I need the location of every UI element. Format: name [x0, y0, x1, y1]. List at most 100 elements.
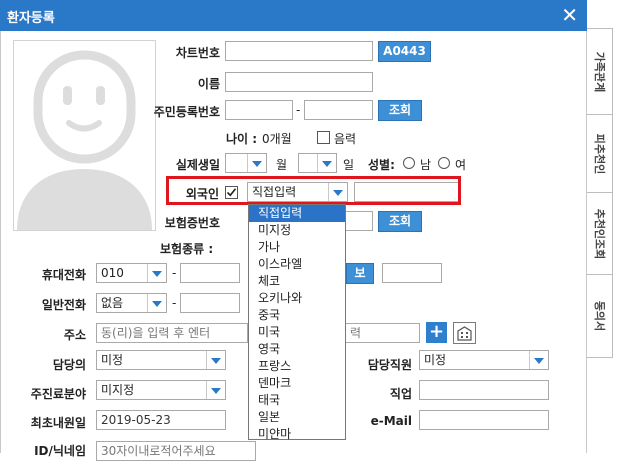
chart-no-label: 차트번호: [175, 46, 220, 60]
tab-referred-label: 피추천인: [592, 133, 606, 175]
tab-referrer-lookup[interactable]: 추천인조회: [587, 192, 613, 276]
nationality-dropdown-list[interactable]: 직접입력 미지정 가나 이스라엘 체코 오키나와 중국 미국 영국 프랑스 덴마…: [248, 204, 346, 443]
tab-consent-label: 동의서: [592, 300, 606, 332]
dropdown-option[interactable]: 이스라엘: [249, 256, 345, 273]
staff-select[interactable]: 미정: [419, 350, 549, 370]
chief-area-select[interactable]: 미지정: [96, 380, 226, 400]
tab-consent[interactable]: 동의서: [587, 274, 613, 358]
resident-no-dash: -: [296, 103, 301, 117]
phone-dash: -: [172, 296, 177, 310]
male-radio[interactable]: [403, 157, 415, 169]
insurance-type-label: 보험종류 :: [160, 242, 214, 256]
name-label: 이름: [197, 77, 220, 91]
tab-family[interactable]: 가족관계: [587, 28, 613, 116]
phone-label: 일반전화: [41, 298, 86, 312]
mobile-send-button[interactable]: 보: [346, 263, 374, 284]
job-label: 직업: [389, 387, 412, 401]
chevron-down-icon: [206, 351, 225, 369]
side-tab-strip: 가족관계 피추천인 추천인조회 동의서: [587, 0, 620, 453]
real-birth-label: 실제생일: [175, 158, 220, 172]
dropdown-option[interactable]: 중국: [249, 307, 345, 324]
resident-no-front-input[interactable]: [225, 100, 293, 120]
dropdown-option[interactable]: 미얀마: [249, 426, 345, 443]
patient-photo[interactable]: [13, 40, 156, 231]
mobile-prefix-value: 010: [101, 266, 124, 280]
dropdown-option[interactable]: 일본: [249, 409, 345, 426]
building-glyph: [457, 326, 472, 341]
chevron-down-icon: [147, 264, 166, 282]
job-input[interactable]: [419, 380, 549, 400]
avatar-placeholder-icon: [17, 50, 152, 230]
age-value: 0개월: [262, 132, 292, 146]
chevron-down-icon: [317, 154, 336, 172]
lunar-checkbox[interactable]: [317, 131, 330, 144]
age-label: 나이 :: [226, 132, 258, 146]
female-radio[interactable]: [438, 157, 450, 169]
building-icon[interactable]: [453, 322, 476, 344]
resident-no-label: 주민등록번호: [153, 105, 220, 119]
close-icon[interactable]: ✕: [561, 2, 578, 28]
mobile-label: 휴대전화: [41, 268, 86, 282]
address-input[interactable]: 동(리)을 입력 후 엔터: [96, 323, 248, 343]
tab-family-label: 가족관계: [592, 51, 606, 93]
insurance-lookup-button[interactable]: 조회: [378, 211, 422, 232]
tab-referred[interactable]: 피추천인: [587, 114, 613, 194]
birth-month-select[interactable]: [225, 153, 267, 173]
mobile-prefix-select[interactable]: 010: [96, 263, 167, 283]
dropdown-option[interactable]: 영국: [249, 341, 345, 358]
email-label: e-Mail: [370, 414, 412, 428]
mobile-mid-input[interactable]: [180, 263, 240, 283]
id-nick-input[interactable]: 30자이내로적어주세요: [96, 441, 256, 461]
chart-no-input[interactable]: [225, 41, 373, 61]
dropdown-option[interactable]: 가나: [249, 239, 345, 256]
phone-prefix-select[interactable]: 없음: [96, 293, 167, 313]
female-label: 여: [455, 158, 467, 172]
birth-day-select[interactable]: [298, 153, 337, 173]
doctor-label: 담당의: [52, 358, 86, 372]
first-visit-label: 최초내원일: [30, 416, 86, 430]
chief-area-label: 주진료분야: [30, 387, 86, 401]
email-input[interactable]: [419, 410, 549, 430]
insurance-no-input[interactable]: [346, 211, 373, 231]
dropdown-option[interactable]: 미지정: [249, 222, 345, 239]
chevron-down-icon: [247, 154, 266, 172]
highlight-box: [166, 176, 461, 205]
staff-label: 담당직원: [367, 358, 412, 372]
male-label: 남: [420, 158, 432, 172]
chevron-down-icon: [529, 351, 548, 369]
mobile-dash: -: [172, 266, 177, 280]
day-label: 일: [343, 158, 355, 172]
plus-icon[interactable]: +: [426, 322, 447, 343]
resident-lookup-button[interactable]: 조회: [378, 100, 422, 121]
tab-referrer-lookup-label: 추천인조회: [592, 208, 606, 260]
dropdown-option[interactable]: 미국: [249, 324, 345, 341]
staff-select-value: 미정: [424, 353, 447, 367]
gender-label: 성별:: [368, 158, 395, 172]
dropdown-option[interactable]: 덴마크: [249, 375, 345, 392]
first-visit-input[interactable]: 2019-05-23: [96, 410, 226, 430]
insurance-no-label: 보험증번호: [164, 216, 220, 230]
dialog-title: 환자등록: [7, 11, 55, 26]
chief-area-select-value: 미지정: [101, 383, 135, 397]
lunar-label: 음력: [334, 132, 357, 146]
dropdown-option[interactable]: 직접입력: [249, 205, 345, 222]
dropdown-option[interactable]: 프랑스: [249, 358, 345, 375]
dropdown-option[interactable]: 태국: [249, 392, 345, 409]
doctor-select[interactable]: 미정: [96, 350, 226, 370]
dropdown-option[interactable]: 오키나와: [249, 290, 345, 307]
chevron-down-icon: [206, 381, 225, 399]
phone-mid-input[interactable]: [180, 293, 240, 313]
address-detail-input[interactable]: 력: [346, 323, 420, 343]
name-input[interactable]: [225, 72, 373, 92]
id-nick-label: ID/닉네임: [34, 444, 86, 458]
month-label: 월: [276, 158, 288, 172]
mobile-extra-input[interactable]: [382, 263, 442, 283]
address-label: 주소: [63, 328, 86, 342]
chevron-down-icon: [147, 294, 166, 312]
chart-no-button[interactable]: A0443: [378, 41, 431, 62]
dialog-titlebar: 환자등록 ✕: [0, 0, 587, 31]
phone-prefix-value: 없음: [101, 296, 124, 310]
dropdown-option[interactable]: 체코: [249, 273, 345, 290]
doctor-select-value: 미정: [101, 353, 124, 367]
resident-no-back-input[interactable]: [304, 100, 373, 120]
